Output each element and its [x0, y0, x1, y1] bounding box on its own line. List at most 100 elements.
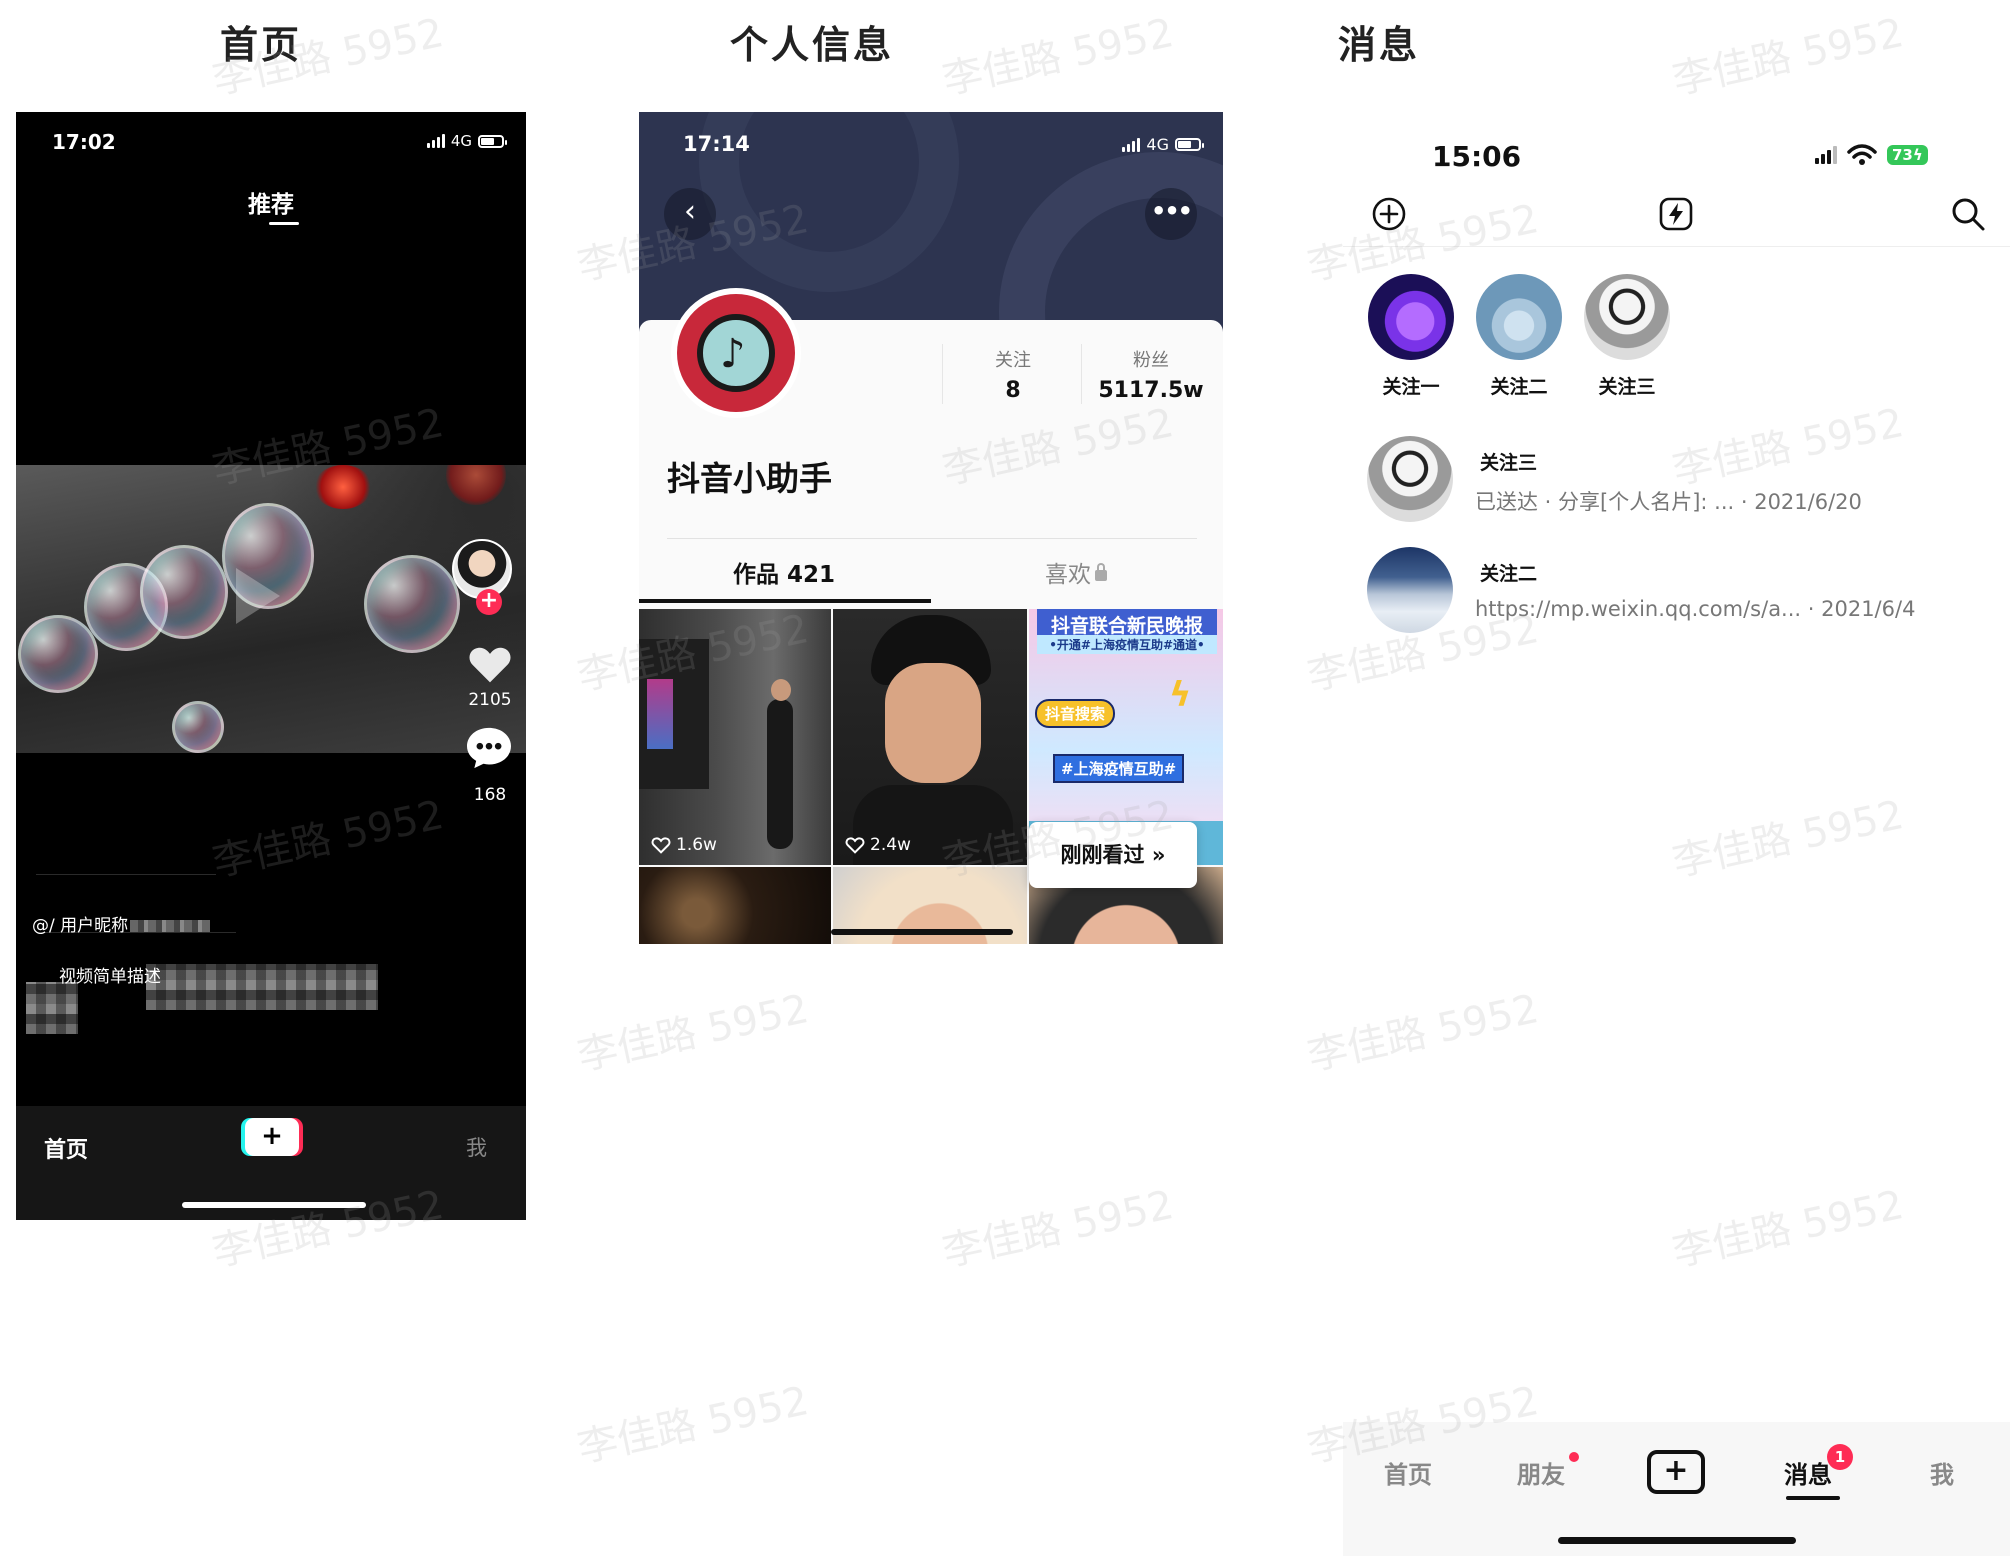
header-decoration	[999, 152, 1223, 342]
stat-separator	[942, 344, 943, 404]
home-section-title: 首页	[220, 23, 303, 67]
tab-underline	[269, 222, 299, 225]
create-plus-button[interactable]: +	[245, 1118, 299, 1156]
tiktok-note-icon: ♪	[720, 331, 746, 377]
home-screen: 17:02 4G 推荐 + 2105 168 @/ 用户昵称 视频简单描述 首页…	[16, 112, 526, 1220]
heart-icon[interactable]	[468, 642, 512, 686]
watermark: 李佳路 5952	[938, 10, 1178, 104]
story-avatar	[1368, 274, 1454, 360]
description-mosaic	[146, 964, 378, 1010]
watermark: 李佳路 5952	[573, 986, 813, 1080]
comment-icon[interactable]	[465, 726, 513, 770]
bubble	[18, 615, 98, 693]
video-likes: 2.4w	[845, 835, 911, 855]
tab-indicator	[1786, 1496, 1840, 1500]
header-divider	[1343, 246, 2010, 247]
story-avatar	[1476, 274, 1562, 360]
signal-icon	[426, 134, 445, 148]
poster-subtitle: •开通#上海疫情互助#通道•	[1037, 635, 1217, 654]
status-icons: 4G	[426, 132, 507, 150]
conversation-row[interactable]: 关注二 https://mp.weixin.qq.com/s/a... · 20…	[1367, 547, 1987, 637]
tab-indicator	[639, 599, 931, 603]
network-label: 4G	[450, 132, 472, 150]
status-bar: 17:02 4G	[16, 130, 526, 160]
back-button[interactable]: ‹	[664, 188, 716, 240]
messages-badge: 1	[1827, 1444, 1853, 1470]
nav-me[interactable]: 我	[466, 1132, 487, 1162]
heart-outline-icon	[845, 837, 865, 854]
like-count: 2105	[468, 690, 512, 710]
play-icon[interactable]	[236, 568, 280, 624]
create-plus-button[interactable]: +	[1647, 1450, 1705, 1494]
status-icons: 73ϟ	[1815, 144, 1928, 166]
more-options-button[interactable]: •••	[1145, 188, 1197, 240]
watermark: 李佳路 5952	[938, 1182, 1178, 1276]
thumb-person	[767, 699, 793, 849]
recently-viewed-button[interactable]: 刚刚看过 »	[1029, 822, 1197, 888]
story-avatar	[1584, 274, 1670, 360]
nav-home[interactable]: 首页	[1384, 1455, 1432, 1490]
add-circle-icon[interactable]	[1371, 196, 1407, 232]
nickname-text: @/ 用户昵称	[32, 916, 129, 936]
battery-indicator: 73ϟ	[1887, 145, 1928, 165]
story-item[interactable]: 关注一	[1366, 274, 1456, 399]
video-thumbnail[interactable]: 2.4w	[833, 609, 1027, 865]
notification-dot	[1569, 1452, 1579, 1462]
video-likes: 1.6w	[651, 835, 717, 855]
bubble	[140, 545, 228, 639]
signal-icon	[1815, 146, 1837, 164]
following-count[interactable]: 8	[958, 378, 1068, 403]
status-time: 15:06	[1432, 140, 1522, 173]
conversation-name: 关注二	[1480, 563, 1538, 585]
tab-likes[interactable]: 喜欢	[929, 555, 1223, 589]
tab-works[interactable]: 作品 421	[639, 555, 929, 589]
home-indicator	[182, 1202, 366, 1208]
video-likes-count: 1.6w	[676, 835, 717, 855]
thumb-face	[771, 679, 791, 701]
nav-me[interactable]: 我	[1930, 1455, 1954, 1490]
battery-icon	[1175, 138, 1204, 151]
bottom-nav: 首页 朋友 + 消息 1 我	[1343, 1422, 2010, 1556]
conversation-row[interactable]: 关注三 已送达 · 分享[个人名片]: ... · 2021/6/20	[1367, 436, 1987, 526]
thumb-face	[885, 663, 981, 783]
flash-icon[interactable]	[1658, 196, 1694, 232]
light-glow	[314, 465, 372, 509]
battery-icon	[478, 134, 507, 148]
tab-recommend[interactable]: 推荐	[16, 185, 526, 219]
nav-friends[interactable]: 朋友	[1517, 1455, 1565, 1490]
description-mosaic	[26, 982, 78, 1034]
battery-level: 73	[1892, 146, 1913, 164]
story-name: 关注三	[1598, 376, 1656, 398]
fans-label: 粉丝	[1133, 350, 1169, 371]
light-glow	[446, 465, 506, 505]
story-name: 关注二	[1490, 376, 1548, 398]
messages-screen: 15:06 73ϟ 关注一 关注二 关注三 关注三 已送达 · 分享[个人名片]…	[1343, 112, 2010, 1566]
signal-icon	[1122, 137, 1141, 152]
video-thumbnail[interactable]	[639, 867, 831, 944]
status-time: 17:14	[683, 132, 750, 156]
stat-separator	[1081, 344, 1082, 404]
messages-section-title: 消息	[1338, 23, 1421, 67]
status-time: 17:02	[52, 130, 116, 154]
fans-count[interactable]: 5117.5w	[1096, 378, 1206, 403]
story-item[interactable]: 关注三	[1582, 274, 1672, 399]
profile-avatar[interactable]: ♪	[671, 288, 801, 418]
nav-messages[interactable]: 消息	[1784, 1455, 1832, 1490]
divider	[36, 874, 216, 875]
follow-plus-icon[interactable]: +	[476, 589, 502, 615]
poster-search-tag: 抖音搜索	[1035, 699, 1116, 728]
video-thumbnail[interactable]: 1.6w	[639, 609, 831, 865]
search-icon[interactable]	[1950, 196, 1986, 232]
nav-home[interactable]: 首页	[44, 1132, 88, 1164]
nickname-mosaic	[130, 920, 211, 932]
thumb-screen	[647, 679, 673, 749]
author-nickname[interactable]: @/ 用户昵称	[32, 911, 211, 936]
scroll-indicator	[831, 929, 1013, 935]
profile-section-title: 个人信息	[730, 23, 895, 67]
tab-likes-label: 喜欢	[1045, 562, 1091, 588]
divider	[667, 538, 1197, 539]
story-name: 关注一	[1382, 376, 1440, 398]
watermark: 李佳路 5952	[573, 1378, 813, 1472]
story-item[interactable]: 关注二	[1474, 274, 1564, 399]
conversation-avatar	[1367, 436, 1453, 522]
